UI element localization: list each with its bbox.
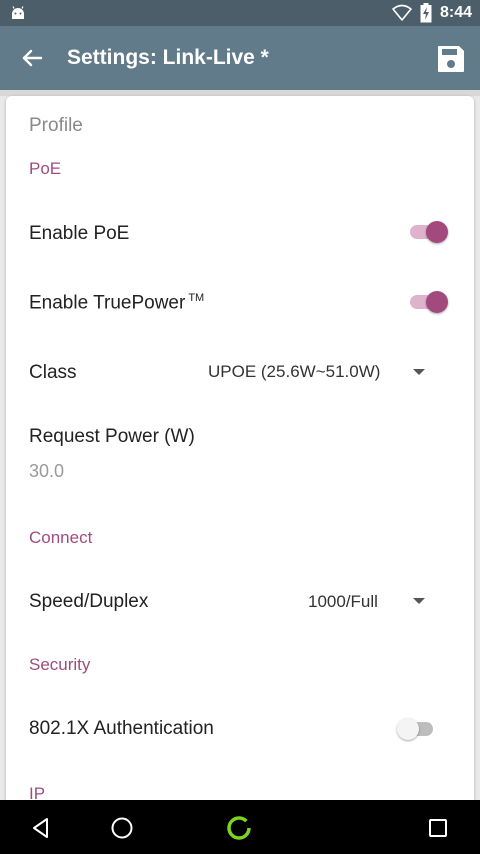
switch-thumb <box>397 718 419 740</box>
nav-recents-button[interactable] <box>418 808 458 848</box>
auth-8021x-label: 802.1X Authentication <box>29 718 214 739</box>
back-button[interactable] <box>14 40 50 76</box>
status-bar: 8:44 <box>0 0 480 26</box>
green-ring-icon <box>227 816 251 840</box>
card-heading: Profile <box>29 115 83 136</box>
section-header-poe: PoE <box>29 159 62 178</box>
android-icon <box>12 6 24 19</box>
page-title: Settings: Link-Live * <box>67 46 269 69</box>
settings-card: Profile PoE Enable PoE Enable TruePower T… <box>6 96 474 816</box>
caret-down-icon <box>413 598 425 604</box>
section-header-connect: Connect <box>29 528 93 547</box>
speed-duplex-label: Speed/Duplex <box>29 591 149 612</box>
app-bar: Settings: Link-Live * <box>0 26 480 90</box>
save-button[interactable] <box>432 40 470 78</box>
class-dropdown[interactable]: UPOE (25.6W~51.0W) <box>201 351 441 393</box>
class-dropdown-value: UPOE (25.6W~51.0W) <box>208 362 381 381</box>
nav-back-button[interactable] <box>21 808 61 848</box>
battery-charging-icon <box>420 3 432 23</box>
speed-duplex-dropdown-value: 1000/Full <box>308 592 378 611</box>
trademark-mark: TM <box>188 292 205 304</box>
wifi-icon <box>392 4 412 21</box>
request-power-row[interactable]: Request Power (W) 30.0 <box>6 414 474 484</box>
speed-duplex-dropdown[interactable]: 1000/Full <box>301 580 441 622</box>
square-recents-icon <box>429 819 447 837</box>
switch-thumb <box>426 221 448 243</box>
enable-poe-label: Enable PoE <box>29 223 130 244</box>
class-label: Class <box>29 362 77 383</box>
clock: 8:44 <box>440 4 473 21</box>
nav-app-button[interactable] <box>219 808 259 848</box>
navigation-bar <box>0 800 480 854</box>
section-header-security: Security <box>29 655 91 674</box>
switch-thumb <box>426 291 448 313</box>
circle-home-icon <box>111 817 133 839</box>
enable-poe-switch[interactable] <box>408 218 448 246</box>
enable-truepower-text: Enable TruePower <box>29 292 186 314</box>
auth-8021x-switch[interactable] <box>397 715 437 743</box>
request-power-label: Request Power (W) <box>29 426 195 447</box>
enable-truepower-label: Enable TruePower TM <box>29 292 204 314</box>
arrow-back-icon <box>22 49 43 67</box>
nav-home-button[interactable] <box>102 808 142 848</box>
triangle-back-icon <box>33 818 48 838</box>
caret-down-icon <box>413 369 425 375</box>
request-power-value: 30.0 <box>29 461 65 481</box>
enable-truepower-switch[interactable] <box>408 288 448 316</box>
save-icon <box>438 46 464 72</box>
